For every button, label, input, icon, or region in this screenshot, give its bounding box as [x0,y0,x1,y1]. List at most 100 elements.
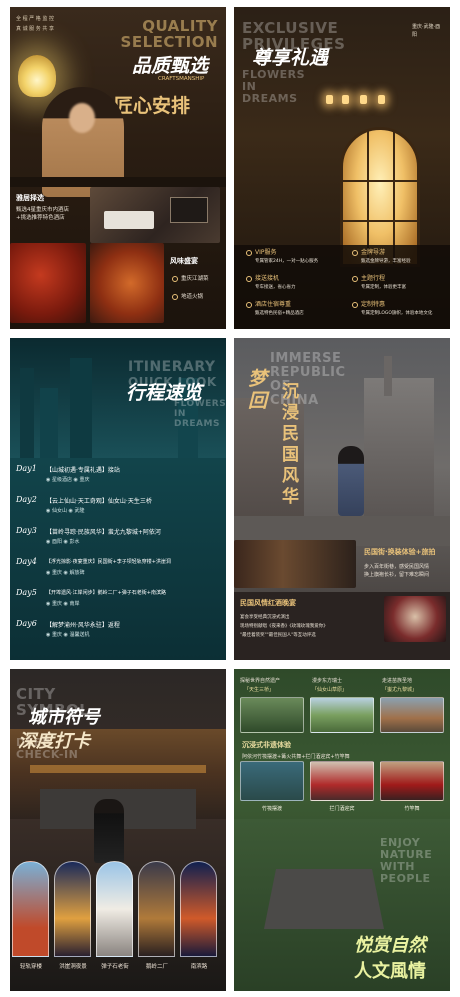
woman-photo [94,799,124,863]
hotel-icon [246,301,252,308]
feature-desc-6: 专属定制LOGO旗帜，体验本地文化 [361,311,433,316]
ghost-selection: SELECTION [120,33,218,51]
section-title: 沉浸式非遗体验 [242,741,291,749]
headline-a: 梦回 [248,368,268,412]
day-sub: ◉ 重庆 ◉ 温馨送机 [46,632,90,638]
food-item-1: 重庆江湖菜 [172,275,209,283]
spot-label-2: 洪崖洞夜景 [59,964,87,970]
show-point-1: 宴会享受经典沉浸式演出 [240,615,290,620]
poster-exclusive-privileges[interactable]: EXCLUSIVE PRIVILEGES FLOWERS IN DREAMS 尊… [234,7,450,329]
right-desc-2: 换上旗袍长衫，留下难忘瞬间 [364,572,430,578]
itinerary-day-2[interactable]: Day2 【云上仙山·天工奇观】仙女山·天生三桥 ◉ 仙女山 ◉ 武隆 [16,493,222,518]
feature-title-2: 金牌导游 [352,249,385,257]
woman-photo [338,446,364,516]
feature-title-5: 酒店住宿尊重 [246,301,291,309]
hotel-desc-1: 甄选4星重庆市内酒店 [16,207,69,213]
day-sub: ◉ 酉阳 ◉ 彭水 [46,539,80,545]
village-roof-image [264,869,384,929]
hotel-desc-2: +挑选推荐特色酒店 [16,215,65,221]
ghost-exclusive: EXCLUSIVE [242,19,339,37]
xiannvshan-photo [310,697,374,733]
top-caption-1: 探秘世界自然遗产 [240,678,281,684]
poster-city-checkin[interactable]: CITY SYMBOL DEEP CHECK-IN 城市符号 深度打卡 轻轨穿楼… [10,669,226,991]
ghost-people: PEOPLE [380,872,431,885]
hotpot-photo [10,243,86,323]
car-icon [246,275,252,282]
welcome-wine-photo [310,761,374,801]
day-tag: Day6 [16,619,37,628]
spot-label-1: 轻轨穿楼 [19,964,42,970]
day-sub: ◉ 重庆 ◉ 解放碑 [46,570,85,576]
ghost-in: IN [242,80,257,93]
raft-photo [240,761,304,801]
itinerary-day-4[interactable]: Day4 【浮光掠影·夜宴重庆】民国街+李子坝轻轨穿楼+洪崖洞 ◉ 重庆 ◉ 解… [16,555,222,580]
mid-label-3: 竹竿舞 [404,806,420,812]
hotel-label: 雅居择选 [16,194,44,202]
day-title: 【苗岭寻踪·民族风华】蚩尤九黎城+阿依河 [46,529,161,536]
feature-title-4: 主题行程 [352,275,385,283]
ghost-dreams: DREAMS [174,419,220,429]
headline-b: 人文風情 [354,961,426,982]
route-icon [352,275,358,282]
ghost-immerse: IMMERSE [270,351,342,366]
feature-title-6: 定制特惠 [352,301,385,309]
itinerary-day-6[interactable]: Day6 【解梦渝州·风华永驻】返程 ◉ 重庆 ◉ 温馨送机 [16,617,222,642]
poster-itinerary[interactable]: ITINERARY QUICK LOOK FLOWERS IN DREAMS 行… [10,338,226,660]
spot-photo-3 [96,861,133,957]
spot-label-5: 南滨路 [190,964,208,970]
guide-icon [352,249,358,256]
chandelier-image [326,91,386,105]
show-point-2: 现场特别献唱《夜来香》《玫瑰玫瑰我爱你》 [240,624,328,629]
headline: 品质甄选 [132,55,209,77]
spot-label-3: 弹子石老街 [101,964,129,970]
day-sub: ◉ 星级酒店 ◉ 重庆 [46,477,90,483]
top-name-3: 「蚩尤九黎城」 [382,687,418,693]
food-label: 风味盛宴 [170,257,198,265]
subheadline: 匠心安排 [114,95,191,117]
top-name-1: 「天生三桥」 [244,687,275,693]
show-point-3: "最佳着装奖""最佳民国人"等互动评选 [240,633,316,638]
section-desc: 阿依河竹筏摆渡+篝火共舞+拦门酒迎宾+竹竿舞 [242,754,350,760]
ghost-dreams: DREAMS [242,92,298,105]
headline-b: 深度打卡 [18,731,90,752]
mid-label-2: 拦门酒迎宾 [329,806,355,812]
ghost-city: CITY [16,685,56,703]
mid-label-1: 竹筏摆渡 [261,806,282,812]
poster-quality-selection[interactable]: 全 程 严 格 监 控 真 诚 服 务 共 享 QUALITY SELECTIO… [10,7,226,329]
day-title: 【开埠遗风·江岸闲步】鹅岭二厂+弹子石老街+南滨路 [46,590,166,596]
headline: 行程速览 [126,382,203,404]
vip-icon [246,249,252,256]
feature-desc-4: 专属定制，体验更丰富 [361,285,406,290]
costume-photo [234,540,356,588]
lamp-glow-image [18,55,56,97]
day-tag: Day4 [16,557,37,566]
ghost-in: IN [174,409,186,419]
poster-nature-culture[interactable]: 探秘世界自然遗产 「天生三桥」 漫步东方瑞士 「仙女山草原」 走进苗族圣地 「蚩… [234,669,450,991]
feature-title-3: 接送接机 [246,275,279,283]
hotel-room-photo [90,187,220,243]
headline-a: 城市符号 [28,707,100,728]
side-text: 重庆·武隆·酉阳 [412,24,441,38]
itinerary-day-3[interactable]: Day3 【苗岭寻踪·民族风华】蚩尤九黎城+阿依河 ◉ 酉阳 ◉ 彭水 [16,524,222,549]
day-title: 【解梦渝州·风华永驻】返程 [46,622,120,629]
top-caption-2: 漫步东方瑞士 [312,678,343,684]
spot-photo-5 [180,861,217,957]
itinerary-day-5[interactable]: Day5 【开埠遗风·江岸闲步】鹅岭二厂+弹子石老街+南滨路 ◉ 重庆 ◉ 南岸 [16,586,222,611]
dot-icon [172,275,178,282]
spot-photo-4 [138,861,175,957]
itinerary-day-1[interactable]: Day1 【山城初遇·专属礼遇】接站 ◉ 星级酒店 ◉ 重庆 [16,462,222,487]
top-name-2: 「仙女山草原」 [312,687,348,693]
spot-photo-2 [54,861,91,957]
bamboo-dance-photo [380,761,444,801]
day-title: 【云上仙山·天工奇观】仙女山·天生三桥 [46,498,152,505]
ghost-republic: REPUBLIC [270,365,346,380]
day-tag: Day5 [16,588,37,597]
craft-text: CRAFTSMANSHIP [158,76,205,82]
headline-a: 悦赏自然 [354,935,426,956]
spot-label-4: 鹅岭二厂 [145,964,168,970]
day-tag: Day3 [16,526,37,535]
side-line-2: 真 诚 服 务 共 享 [16,26,54,32]
side-line-1: 全 程 严 格 监 控 [16,16,54,22]
poster-republic-style[interactable]: IMMERSE REPUBLIC OF CHINA 梦回 沉浸民国风华 民国街·… [234,338,450,660]
flag-icon [352,301,358,308]
